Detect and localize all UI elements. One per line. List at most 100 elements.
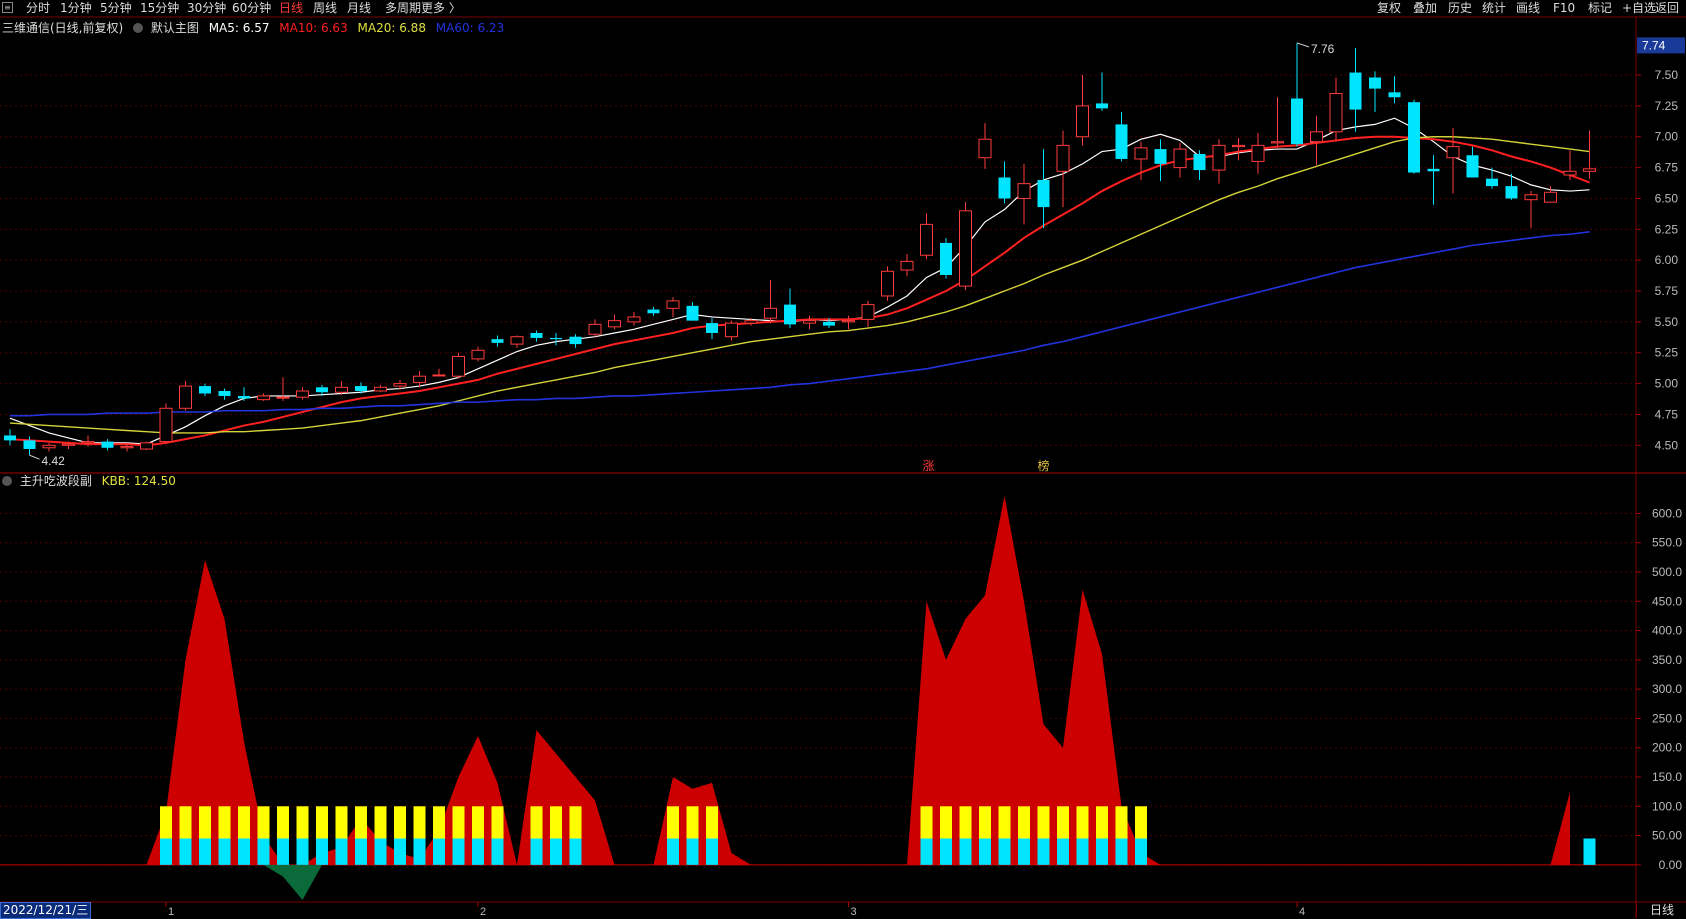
candle-body	[81, 441, 95, 444]
candle-body	[784, 304, 796, 325]
candle-body	[218, 391, 231, 396]
signal-bar-top	[413, 806, 426, 839]
y-tick-label: 200.0	[1652, 741, 1682, 755]
settings-icon[interactable]	[133, 23, 144, 33]
y-tick-label: 4.50	[1655, 438, 1679, 452]
signal-bar-top	[433, 806, 445, 839]
period-label[interactable]: 日线	[1636, 902, 1686, 918]
signal-bar-bottom	[257, 838, 270, 865]
ma60-value: MA60: 6.23	[435, 21, 505, 35]
ma-line-ma60	[10, 230, 1590, 417]
signal-bar-top	[1076, 806, 1089, 839]
signal-bar-bottom	[433, 838, 445, 865]
candle-body	[1349, 72, 1362, 110]
candle-body	[432, 374, 446, 377]
y-tick-label: 250.0	[1652, 711, 1682, 725]
candle-body	[666, 300, 680, 309]
candle-body	[940, 242, 952, 275]
candle-body	[803, 320, 816, 324]
month-label: 4	[1299, 906, 1305, 918]
signal-bar-bottom	[1037, 838, 1050, 865]
candle-body	[1056, 144, 1070, 172]
y-tick-label: 400.0	[1652, 624, 1682, 638]
candle-body	[1329, 93, 1343, 133]
signal-bar-top	[550, 806, 562, 839]
candle-body	[42, 444, 56, 449]
signal-bar-top	[1018, 806, 1030, 839]
candle-body	[881, 270, 894, 297]
signal-bar-bottom	[1057, 838, 1069, 865]
signal-bar-top	[238, 806, 250, 839]
candle-body	[393, 383, 407, 387]
signal-bar-bottom	[706, 838, 718, 865]
ma20-value: MA20: 6.88	[357, 21, 426, 35]
candle-body	[627, 316, 641, 323]
candle-body	[1388, 92, 1401, 98]
signal-bar-bottom	[296, 838, 309, 865]
candle-body	[1563, 170, 1577, 176]
signal-bar-bottom	[1096, 838, 1108, 865]
settings-icon[interactable]	[2, 476, 12, 486]
candle-body	[686, 305, 699, 321]
y-tick-label: 300.0	[1652, 682, 1682, 696]
signal-bar-top	[355, 806, 367, 839]
candle-body	[1017, 183, 1031, 199]
candle-body	[1310, 131, 1323, 143]
candle-body	[920, 223, 933, 256]
candle-body	[1369, 77, 1381, 89]
candle-body	[179, 385, 192, 409]
y-tick-label: 5.25	[1655, 346, 1679, 360]
candle-body	[647, 309, 660, 314]
signal-bar-top	[277, 806, 289, 839]
crosshair-date: 2022/12/21/三	[0, 902, 92, 919]
signal-bar-top	[940, 806, 952, 839]
candle-body	[1524, 194, 1538, 201]
signal-bar-bottom	[979, 838, 991, 865]
zhang-marker: 涨	[922, 458, 934, 473]
y-tick-label: 350.0	[1652, 653, 1682, 667]
signal-bar-top	[1096, 806, 1108, 839]
signal-bar-top	[998, 806, 1011, 839]
candle-body	[1134, 147, 1148, 160]
bang-marker: 榜	[1037, 458, 1049, 473]
ma5-value: MA5: 6.57	[208, 21, 270, 35]
candle-body	[1427, 168, 1440, 172]
ma-line-ma20	[9, 136, 1590, 434]
signal-bar-bottom	[355, 838, 367, 865]
y-tick-label: 5.50	[1655, 315, 1679, 329]
candle-body	[510, 336, 524, 345]
low-pointer	[29, 454, 40, 460]
signal-bar-bottom	[238, 838, 250, 865]
signal-bar-top	[1115, 806, 1128, 839]
signal-bar-top	[530, 806, 543, 839]
candle-body	[1096, 103, 1108, 109]
template-name[interactable]: 默认主图	[151, 21, 199, 35]
candle-body	[452, 355, 465, 377]
signal-bar-top	[1135, 806, 1147, 839]
signal-bar-top	[160, 806, 172, 839]
candle-body	[1232, 144, 1245, 148]
signal-bar-top	[1037, 806, 1050, 839]
signal-bar-top	[218, 806, 231, 839]
candle-body	[1583, 168, 1596, 172]
candle-body	[159, 407, 173, 443]
kbb-value: KBB: 124.50	[101, 474, 176, 488]
signal-bar-bottom	[550, 838, 562, 865]
y-tick-label: 6.25	[1655, 222, 1679, 236]
candle-body	[276, 396, 290, 399]
candle-body	[1115, 124, 1128, 159]
y-tick-label: 0.00	[1659, 858, 1683, 872]
candle-body	[959, 210, 972, 287]
high-label: 7.76	[1311, 42, 1335, 56]
signal-bar-top	[179, 806, 192, 839]
candle-body	[4, 435, 16, 441]
candle-body	[1466, 155, 1479, 178]
signal-bar-bottom	[940, 838, 952, 865]
y-tick-label: 6.75	[1655, 161, 1679, 175]
candle-body	[842, 320, 855, 323]
candle-body	[1408, 102, 1420, 173]
y-tick-label: 5.75	[1655, 284, 1679, 298]
y-tick-label: 5.00	[1655, 377, 1679, 391]
candle-body	[1212, 144, 1226, 171]
signal-bar-top	[1057, 806, 1069, 839]
